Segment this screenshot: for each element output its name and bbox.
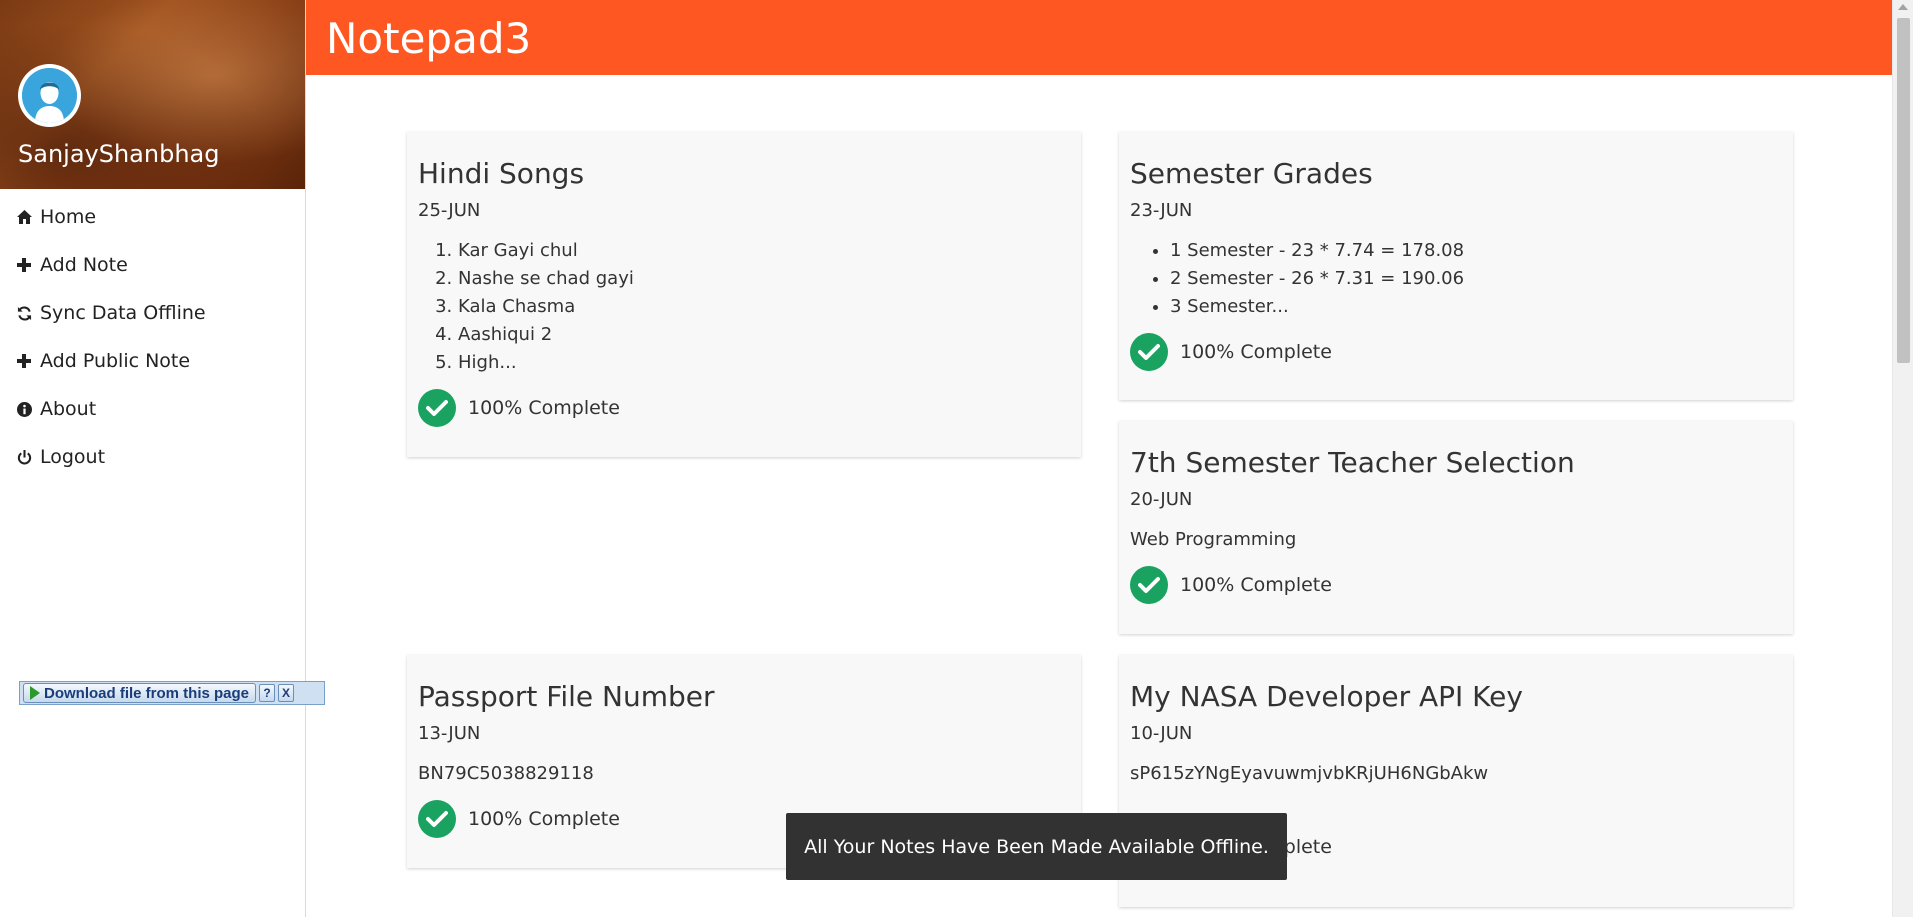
refresh-icon — [14, 306, 34, 321]
status-label: 100% Complete — [1180, 340, 1332, 363]
sidebar-item-add-public-note[interactable]: Add Public Note — [0, 337, 305, 385]
note-body: Web Programming — [1130, 528, 1297, 550]
list-item: Kala Chasma — [458, 293, 1070, 321]
info-icon — [14, 401, 34, 417]
note-title: Hindi Songs — [418, 157, 585, 190]
user-avatar-icon — [22, 68, 77, 123]
check-circle-icon — [418, 799, 456, 838]
list-item: Nashe se chad gayi — [458, 265, 1070, 293]
note-date: 20-JUN — [1130, 488, 1193, 510]
note-date: 23-JUN — [1130, 199, 1193, 221]
check-circle-icon — [418, 388, 456, 427]
home-icon — [14, 210, 34, 224]
check-circle-icon — [1130, 565, 1168, 604]
scrollbar-thumb[interactable] — [1897, 18, 1910, 363]
note-status: 100% Complete — [418, 388, 1070, 427]
sidebar-item-add-note[interactable]: Add Note — [0, 241, 305, 289]
sidebar-item-label: Home — [40, 206, 97, 228]
list-item: 3 Semester... — [1170, 293, 1782, 321]
list-item: Aashiqui 2 — [458, 321, 1070, 349]
list-item: 2 Semester - 26 * 7.31 = 190.06 — [1170, 265, 1782, 293]
sidebar-menu: Home Add Note Sync Data Offline Add Publ… — [0, 193, 305, 481]
note-status: 100% Complete — [1130, 565, 1782, 604]
note-body: sP615zYNgEyavuwmjvbKRjUH6NGbAkw — [1130, 762, 1489, 784]
note-title: 7th Semester Teacher Selection — [1130, 446, 1575, 479]
list-item: Kar Gayi chul — [458, 237, 1070, 265]
list-item: 1 Semester - 23 * 7.74 = 178.08 — [1170, 237, 1782, 265]
profile-banner: SanjayShanbhag — [0, 0, 305, 189]
list-item: High... — [458, 349, 1070, 377]
app-header: Notepad3 — [306, 0, 1892, 75]
page-scrollbar[interactable] — [1892, 0, 1913, 917]
download-help-button[interactable]: ? — [259, 684, 276, 702]
sidebar-item-label: Add Public Note — [40, 350, 191, 372]
check-circle-icon — [1130, 332, 1168, 371]
app-title: Notepad3 — [326, 14, 532, 63]
note-date: 25-JUN — [418, 199, 481, 221]
plus-icon — [14, 258, 34, 272]
avatar[interactable] — [18, 64, 81, 127]
note-body: Kar Gayi chul Nashe se chad gayi Kala Ch… — [418, 237, 1070, 377]
sidebar-item-label: About — [40, 398, 97, 420]
status-label: 100% Complete — [468, 396, 620, 419]
sidebar: SanjayShanbhag Home Add Note Sync Data O… — [0, 0, 306, 917]
download-file-button[interactable]: Download file from this page — [23, 683, 257, 703]
power-icon — [14, 449, 34, 465]
note-title: Semester Grades — [1130, 157, 1373, 190]
note-card-hindi-songs[interactable]: Hindi Songs 25-JUN Kar Gayi chul Nashe s… — [407, 132, 1081, 457]
sidebar-item-home[interactable]: Home — [0, 193, 305, 241]
status-label: 100% Complete — [468, 807, 620, 830]
note-card-teacher-selection[interactable]: 7th Semester Teacher Selection 20-JUN We… — [1119, 421, 1793, 634]
note-card-semester-grades[interactable]: Semester Grades 23-JUN 1 Semester - 23 *… — [1119, 132, 1793, 400]
download-close-button[interactable]: X — [278, 684, 295, 702]
offline-toast: All Your Notes Have Been Made Available … — [786, 813, 1287, 880]
sidebar-item-about[interactable]: About — [0, 385, 305, 433]
note-title: My NASA Developer API Key — [1130, 680, 1523, 713]
sidebar-item-sync-data-offline[interactable]: Sync Data Offline — [0, 289, 305, 337]
download-toolbar: Download file from this page ? X — [19, 681, 325, 705]
note-body: BN79C5038829118 — [418, 762, 594, 784]
status-label: 100% Complete — [1180, 573, 1332, 596]
download-file-label: Download file from this page — [44, 684, 250, 702]
sidebar-item-logout[interactable]: Logout — [0, 433, 305, 481]
note-date: 13-JUN — [418, 722, 481, 744]
note-body: 1 Semester - 23 * 7.74 = 178.08 2 Semest… — [1130, 237, 1782, 321]
plus-icon — [14, 354, 34, 368]
scroll-up-arrow-icon[interactable] — [1898, 4, 1908, 10]
note-title: Passport File Number — [418, 680, 715, 713]
play-icon — [30, 686, 40, 700]
note-status: 100% Complete — [1130, 332, 1782, 371]
sidebar-item-label: Add Note — [40, 254, 128, 276]
note-date: 10-JUN — [1130, 722, 1193, 744]
sidebar-item-label: Logout — [40, 446, 106, 468]
sidebar-item-label: Sync Data Offline — [40, 302, 206, 324]
profile-username: SanjayShanbhag — [18, 140, 220, 168]
